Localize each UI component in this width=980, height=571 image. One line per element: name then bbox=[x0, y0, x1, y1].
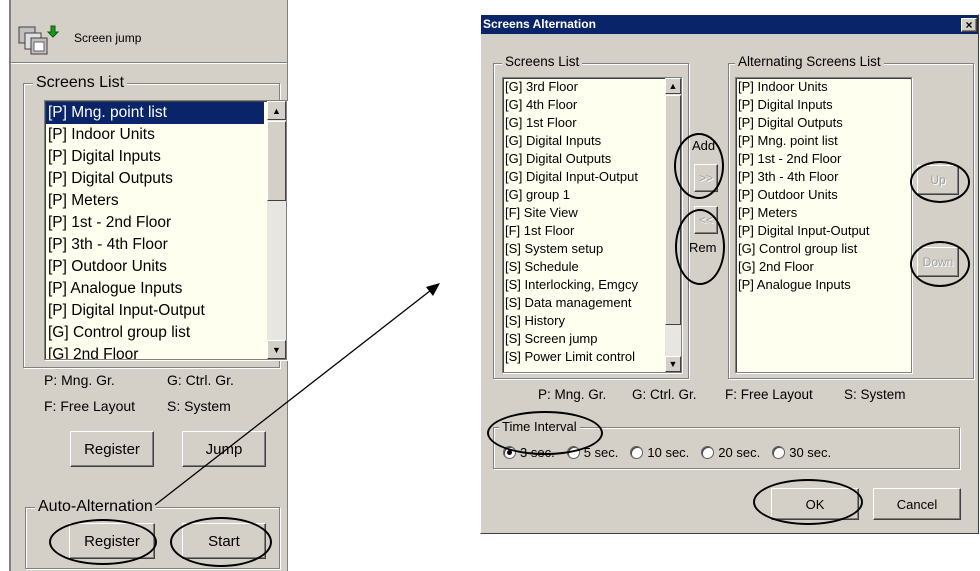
scroll-up-button[interactable]: ▲ bbox=[665, 78, 681, 94]
screens-list-item[interactable]: [S] Interlocking, Emgcy bbox=[505, 276, 663, 294]
dialog-screens-list-label: Screens List bbox=[502, 54, 583, 69]
remove-button[interactable]: << bbox=[694, 206, 718, 234]
interval-label: 3 sec. bbox=[520, 445, 555, 460]
ok-button[interactable]: OK bbox=[771, 488, 859, 520]
interval-label: 30 sec. bbox=[789, 445, 832, 460]
radio-circle-icon bbox=[772, 446, 786, 459]
scroll-down-button[interactable]: ▼ bbox=[665, 356, 681, 372]
alternating-list-item[interactable]: [P] Mng. point list bbox=[738, 132, 908, 150]
screens-list-item[interactable]: [S] Schedule bbox=[505, 258, 663, 276]
alternating-list-item[interactable]: [P] 3th - 4th Floor bbox=[738, 168, 908, 186]
screens-list-item[interactable]: [G] Digital Input-Output bbox=[505, 168, 663, 186]
screens-scrollbar[interactable]: ▲ ▼ bbox=[665, 78, 681, 372]
rem-label: Rem bbox=[689, 240, 717, 255]
alternating-list-item[interactable]: [P] Digital Inputs bbox=[738, 96, 908, 114]
alternating-list-item[interactable]: [P] 1st - 2nd Floor bbox=[738, 150, 908, 168]
radio-circle-icon bbox=[630, 446, 644, 459]
radio-circle-icon bbox=[566, 446, 580, 459]
legend-system: S: System bbox=[844, 387, 906, 402]
interval-label: 10 sec. bbox=[647, 445, 690, 460]
interval-radio[interactable]: 30 sec. bbox=[772, 445, 831, 460]
alternating-list-item[interactable]: [G] 2nd Floor bbox=[738, 258, 908, 276]
scroll-thumb[interactable] bbox=[665, 95, 681, 325]
alternating-list-item[interactable]: [P] Digital Input-Output bbox=[738, 222, 908, 240]
dialog-screens-listbox[interactable]: [G] 3rd Floor [G] 4th Floor [G] 1st Floor[… bbox=[502, 77, 682, 373]
alternating-listbox[interactable]: [P] Indoor Units [P] Digital Inputs [P] Di… bbox=[735, 77, 912, 373]
screens-list-item[interactable]: [S] Data management bbox=[505, 294, 663, 312]
dialog-title: Screens Alternation bbox=[483, 17, 596, 31]
alternating-list-item[interactable]: [P] Meters bbox=[738, 204, 908, 222]
close-icon: × bbox=[965, 18, 973, 32]
alternating-list-item[interactable]: [P] Outdoor Units bbox=[738, 186, 908, 204]
screens-list-item[interactable]: [F] Site View bbox=[505, 204, 663, 222]
interval-radio[interactable]: 20 sec. bbox=[701, 445, 760, 460]
screens-list-item[interactable]: [G] group 1 bbox=[505, 186, 663, 204]
legend-ctrl: G: Ctrl. Gr. bbox=[632, 387, 697, 402]
alternating-list-item[interactable]: [P] Analogue Inputs bbox=[738, 276, 908, 294]
alternating-list-item[interactable]: [G] Control group list bbox=[738, 240, 908, 258]
screens-list-item[interactable]: [F] 1st Floor bbox=[505, 222, 663, 240]
screens-list-item[interactable]: [S] System setup bbox=[505, 240, 663, 258]
screens-list-item[interactable]: [S] Power Limit control bbox=[505, 348, 663, 366]
screens-alternation-dialog: Screens Alternation × Screens List [G] 3… bbox=[480, 14, 979, 534]
interval-radio-group: 3 sec. 5 sec. 10 sec. 20 sec. 30 sec. bbox=[503, 445, 843, 462]
radio-circle-icon bbox=[503, 446, 516, 459]
radio-circle-icon bbox=[701, 446, 715, 459]
screens-list-item[interactable]: [G] 3rd Floor bbox=[505, 78, 663, 96]
screens-list-item[interactable]: [G] Digital Inputs bbox=[505, 132, 663, 150]
screens-list-item[interactable]: [G] 4th Floor bbox=[505, 96, 663, 114]
interval-radio[interactable]: 3 sec. bbox=[503, 445, 555, 460]
screens-list-item[interactable]: [G] 1st Floor bbox=[505, 114, 663, 132]
screens-list-item[interactable]: [G] Digital Outputs bbox=[505, 150, 663, 168]
dialog-title-bar: Screens Alternation × bbox=[481, 15, 978, 34]
down-button[interactable]: Down bbox=[917, 247, 959, 277]
alternating-list-label: Alternating Screens List bbox=[735, 54, 884, 69]
interval-label: 20 sec. bbox=[718, 445, 761, 460]
alternating-list-item[interactable]: [P] Indoor Units bbox=[738, 78, 908, 96]
add-label: Add bbox=[692, 138, 716, 153]
screens-list-item[interactable]: [S] Screen jump bbox=[505, 330, 663, 348]
alternating-list-item[interactable]: [P] Digital Outputs bbox=[738, 114, 908, 132]
legend-free: F: Free Layout bbox=[725, 387, 813, 402]
time-interval-label: Time Interval bbox=[499, 419, 580, 434]
screens-list-item[interactable]: [S] History bbox=[505, 312, 663, 330]
legend-mng: P: Mng. Gr. bbox=[538, 387, 607, 402]
interval-radio[interactable]: 10 sec. bbox=[630, 445, 689, 460]
up-button[interactable]: Up bbox=[917, 165, 959, 195]
interval-label: 5 sec. bbox=[583, 445, 619, 460]
interval-radio[interactable]: 5 sec. bbox=[566, 445, 619, 460]
close-button[interactable]: × bbox=[961, 18, 977, 32]
add-button[interactable]: >> bbox=[694, 164, 718, 192]
cancel-button[interactable]: Cancel bbox=[873, 488, 961, 520]
